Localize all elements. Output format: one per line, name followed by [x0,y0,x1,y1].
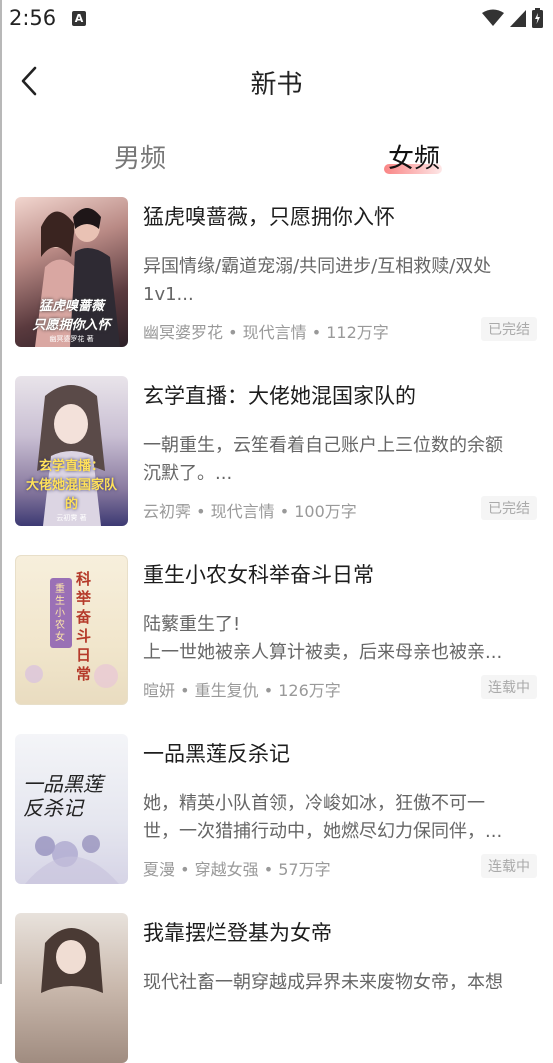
book-description: 她，精英小队首领，冷峻如冰，狂傲不可一 世，一次猎捕行动中，她燃尽幻力保同伴，.… [143,793,503,842]
book-meta: 暄妍 • 重生复仇 • 126万字 [143,681,341,700]
cover-author: 云初霁 著 [56,514,87,522]
status-badge: 已完结 [481,496,537,520]
book-item[interactable]: 我靠摆烂登基为女帝 现代社畜一朝穿越成异界未来废物女帝，本想 [0,913,553,1063]
book-title: 我靠摆烂登基为女帝 [143,921,332,945]
cover-art [25,578,118,688]
book-title: 一品黑莲反杀记 [143,742,290,766]
book-cover: 科举奋斗日常 重生小农女 [15,555,128,705]
book-info: 一品黑莲反杀记 她，精英小队首领，冷峻如冰，狂傲不可一 世，一次猎捕行动中，她燃… [143,734,539,884]
app-bar: 新书 [0,50,553,112]
book-cover: 一品黑莲 反杀记 [15,734,128,884]
book-cover: 玄学直播： 大佬她混国家队的 云初霁 著 [15,376,128,526]
book-description: 异国情缘/霸道宠溺/共同进步/互相救赎/双处 1v1... [143,256,492,305]
cover-title: 玄学直播： 大佬她混国家队的 [25,459,117,512]
book-description: 现代社畜一朝穿越成异界未来废物女帝，本想 [143,972,503,993]
accessibility-icon: A [72,11,86,26]
book-title: 玄学直播：大佬她混国家队的 [143,384,416,408]
status-badge: 连载中 [481,854,537,878]
status-badge: 已完结 [481,317,537,341]
book-title: 重生小农女科举奋斗日常 [143,563,374,587]
book-meta: 幽冥婆罗花 • 现代言情 • 112万字 [143,323,389,342]
book-meta: 云初霁 • 现代言情 • 100万字 [143,502,357,521]
cover-title: 科举奋斗日常 [76,570,92,683]
tab-male[interactable]: 男频 [114,138,166,175]
cover-title: 一品黑莲 反杀记 [23,772,103,820]
status-icons [482,8,543,28]
cover-title: 猛虎嗅蔷薇 只愿拥你入怀 [32,299,111,333]
book-info: 玄学直播：大佬她混国家队的 一朝重生，云笙看着自己账户上三位数的余额 沉默了。.… [143,376,539,526]
signal-icon [510,10,526,27]
wifi-icon [482,9,504,26]
book-description: 陆蘩重生了! 上一世她被亲人算计被卖，后来母亲也被亲... [143,614,503,663]
book-item[interactable]: 猛虎嗅蔷薇 只愿拥你入怀 幽冥婆罗花 著 猛虎嗅蔷薇，只愿拥你入怀 异国情缘/霸… [0,197,553,347]
tab-female[interactable]: 女频 [388,138,440,175]
book-cover [15,913,128,1063]
page-title: 新书 [250,70,303,100]
book-info: 重生小农女科举奋斗日常 陆蘩重生了! 上一世她被亲人算计被卖，后来母亲也被亲..… [143,555,539,705]
book-meta: 夏漫 • 穿越女强 • 57万字 [143,860,331,879]
category-tabs: 男频 女频 [0,134,553,180]
status-badge: 连载中 [481,675,537,699]
cover-art [41,928,103,993]
battery-icon [532,8,543,28]
book-description: 一朝重生，云笙看着自己账户上三位数的余额 沉默了。... [143,435,503,484]
book-info: 猛虎嗅蔷薇，只愿拥你入怀 异国情缘/霸道宠溺/共同进步/互相救赎/双处 1v1.… [143,197,539,347]
cover-subtitle: 重生小农女 [55,584,65,643]
book-item[interactable]: 一品黑莲 反杀记 一品黑莲反杀记 她，精英小队首领，冷峻如冰，狂傲不可一 世，一… [0,734,553,884]
book-title: 猛虎嗅蔷薇，只愿拥你入怀 [143,205,395,229]
cover-author: 幽冥婆罗花 著 [49,335,94,343]
book-item[interactable]: 科举奋斗日常 重生小农女 重生小农女科举奋斗日常 陆蘩重生了! 上一世她被亲人算… [0,555,553,705]
status-time: 2:56 [9,6,57,30]
status-bar: 2:56 A [0,0,553,40]
book-cover: 猛虎嗅蔷薇 只愿拥你入怀 幽冥婆罗花 著 [15,197,128,347]
book-item[interactable]: 玄学直播： 大佬她混国家队的 云初霁 著 玄学直播：大佬她混国家队的 一朝重生，… [0,376,553,526]
book-info: 我靠摆烂登基为女帝 现代社畜一朝穿越成异界未来废物女帝，本想 [143,913,539,1063]
